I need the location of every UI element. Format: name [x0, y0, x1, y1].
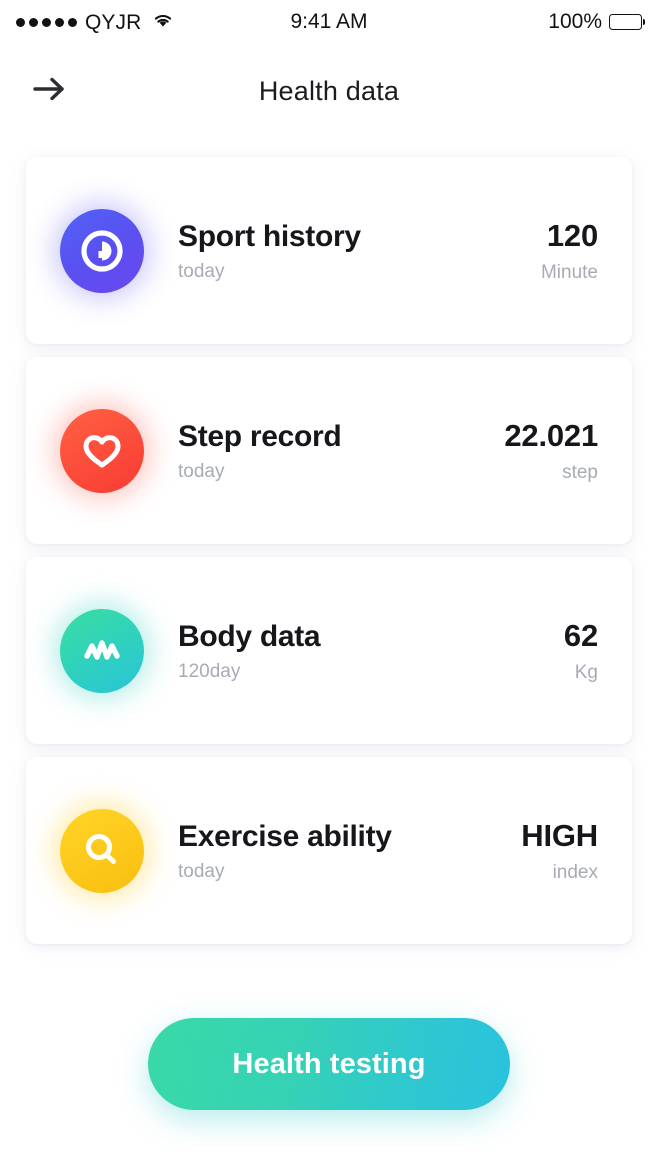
arrow-right-icon	[30, 74, 70, 109]
card-title: Step record	[178, 419, 342, 453]
card-value: 22.021	[504, 417, 598, 453]
card-text-block: Sport history today	[178, 220, 541, 282]
card-title: Sport history	[178, 219, 361, 253]
card-text-block: Step record today	[178, 420, 504, 482]
card-icon-container	[26, 608, 178, 693]
battery-percentage: 100%	[548, 10, 602, 33]
card-unit: index	[552, 862, 598, 884]
cta-container: Health testing	[0, 1018, 658, 1110]
health-card-body-data[interactable]: Body data 120day 62 Kg	[26, 557, 632, 744]
card-subtitle: today	[178, 261, 225, 283]
signal-strength-dots-icon	[16, 17, 77, 27]
health-testing-button[interactable]: Health testing	[148, 1018, 510, 1110]
card-text-block: Exercise ability today	[178, 820, 521, 882]
card-subtitle: today	[178, 861, 225, 883]
card-subtitle: today	[178, 461, 225, 483]
card-icon-container	[26, 808, 178, 893]
page-title: Health data	[258, 75, 400, 106]
status-bar-right: 100%	[548, 10, 646, 34]
card-value: 120	[546, 217, 598, 253]
stopwatch-icon	[60, 208, 144, 293]
card-unit: Kg	[574, 662, 598, 684]
card-value: 62	[563, 617, 598, 653]
carrier-name: QYJR	[85, 10, 142, 34]
card-text-block: Body data 120day	[178, 620, 564, 682]
wifi-icon	[151, 11, 175, 34]
card-icon-container	[26, 408, 178, 493]
battery-icon	[609, 14, 646, 30]
card-subtitle: 120day	[178, 661, 241, 683]
card-value: HIGH	[521, 817, 598, 853]
magnifier-icon	[60, 808, 144, 893]
pulse-wave-icon	[60, 608, 144, 693]
card-icon-container	[26, 208, 178, 293]
card-unit: Minute	[540, 262, 598, 284]
status-bar: QYJR 9:41 AM 100%	[0, 0, 658, 44]
back-button[interactable]	[22, 65, 78, 117]
health-card-sport-history[interactable]: Sport history today 120 Minute	[26, 157, 632, 344]
heart-icon	[60, 408, 144, 493]
card-value-block: HIGH index	[521, 817, 632, 884]
card-value-block: 120 Minute	[540, 217, 632, 284]
nav-header: Health data	[0, 56, 658, 126]
card-title: Exercise ability	[178, 819, 392, 853]
status-bar-left: QYJR	[16, 11, 175, 34]
health-card-exercise-ability[interactable]: Exercise ability today HIGH index	[26, 757, 632, 944]
card-value-block: 22.021 step	[504, 417, 632, 484]
card-unit: step	[562, 462, 598, 484]
health-card-step-record[interactable]: Step record today 22.021 step	[26, 357, 632, 544]
card-value-block: 62 Kg	[563, 617, 632, 684]
card-title: Body data	[178, 619, 321, 653]
health-data-card-list: Sport history today 120 Minute Step reco…	[26, 157, 632, 957]
